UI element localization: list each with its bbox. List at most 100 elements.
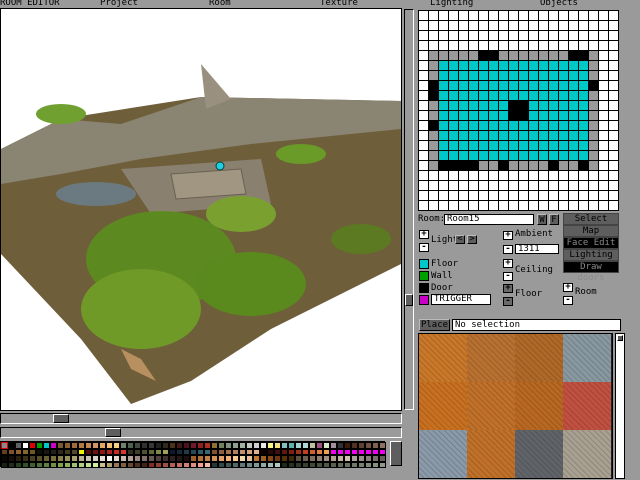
- palette-swatch[interactable]: [155, 461, 162, 468]
- menu-room[interactable]: Room: [209, 0, 231, 8]
- map-cell[interactable]: [529, 191, 539, 201]
- palette-swatch[interactable]: [99, 461, 106, 468]
- map-cell[interactable]: [449, 91, 459, 101]
- palette-swatch[interactable]: [141, 461, 148, 468]
- map-cell[interactable]: [429, 171, 439, 181]
- palette-swatch[interactable]: [106, 461, 113, 468]
- map-cell[interactable]: [469, 101, 479, 111]
- map-cell[interactable]: [609, 11, 619, 21]
- map-cell[interactable]: [499, 191, 509, 201]
- map-cell[interactable]: [599, 11, 609, 21]
- map-cell[interactable]: [509, 31, 519, 41]
- mode-button-lighting[interactable]: Lighting: [563, 249, 619, 261]
- texture-tile-glyph-panel-1[interactable]: [419, 334, 467, 382]
- map-cell[interactable]: [429, 111, 439, 121]
- map-cell[interactable]: [479, 71, 489, 81]
- map-cell[interactable]: [469, 201, 479, 211]
- map-cell[interactable]: [489, 81, 499, 91]
- map-cell[interactable]: [439, 91, 449, 101]
- map-cell[interactable]: [449, 71, 459, 81]
- map-cell[interactable]: [519, 171, 529, 181]
- map-cell[interactable]: [579, 21, 589, 31]
- map-cell[interactable]: [509, 181, 519, 191]
- map-cell[interactable]: [439, 121, 449, 131]
- map-cell[interactable]: [519, 111, 529, 121]
- palette-swatch[interactable]: [162, 461, 169, 468]
- map-cell[interactable]: [569, 31, 579, 41]
- map-cell[interactable]: [439, 101, 449, 111]
- map-cell[interactable]: [469, 121, 479, 131]
- map-cell[interactable]: [459, 91, 469, 101]
- map-cell[interactable]: [579, 11, 589, 21]
- map-cell[interactable]: [569, 61, 579, 71]
- map-cell[interactable]: [589, 151, 599, 161]
- map-cell[interactable]: [479, 151, 489, 161]
- map-cell[interactable]: [419, 41, 429, 51]
- map-cell[interactable]: [509, 121, 519, 131]
- map-cell[interactable]: [509, 21, 519, 31]
- map-cell[interactable]: [539, 51, 549, 61]
- room-name-input[interactable]: Room15: [444, 214, 534, 225]
- map-cell[interactable]: [429, 11, 439, 21]
- map-cell[interactable]: [459, 201, 469, 211]
- map-cell[interactable]: [609, 101, 619, 111]
- map-cell[interactable]: [419, 161, 429, 171]
- map-cell[interactable]: [569, 41, 579, 51]
- palette-swatch[interactable]: [8, 461, 15, 468]
- map-cell[interactable]: [459, 11, 469, 21]
- palette-swatch[interactable]: [22, 461, 29, 468]
- map-cell[interactable]: [579, 191, 589, 201]
- palette-swatch[interactable]: [197, 461, 204, 468]
- map-cell[interactable]: [439, 171, 449, 181]
- palette-swatch[interactable]: [372, 461, 379, 468]
- map-cell[interactable]: [559, 181, 569, 191]
- map-cell[interactable]: [439, 141, 449, 151]
- map-cell[interactable]: [479, 81, 489, 91]
- map-cell[interactable]: [519, 21, 529, 31]
- map-cell[interactable]: [519, 51, 529, 61]
- map-cell[interactable]: [449, 11, 459, 21]
- map-cell[interactable]: [459, 101, 469, 111]
- map-cell[interactable]: [539, 181, 549, 191]
- palette-swatch[interactable]: [43, 461, 50, 468]
- map-cell[interactable]: [439, 21, 449, 31]
- palette-swatch[interactable]: [323, 461, 330, 468]
- map-cell[interactable]: [519, 191, 529, 201]
- map-cell[interactable]: [439, 131, 449, 141]
- map-cell[interactable]: [599, 41, 609, 51]
- map-cell[interactable]: [429, 131, 439, 141]
- map-cell[interactable]: [609, 121, 619, 131]
- map-cell[interactable]: [599, 81, 609, 91]
- palette-swatch[interactable]: [92, 461, 99, 468]
- light-prev-button[interactable]: <: [455, 235, 465, 244]
- palette-swatch[interactable]: [50, 461, 57, 468]
- map-cell[interactable]: [519, 61, 529, 71]
- palette-swatch[interactable]: [239, 461, 246, 468]
- map-cell[interactable]: [539, 131, 549, 141]
- map-cell[interactable]: [429, 181, 439, 191]
- map-cell[interactable]: [509, 151, 519, 161]
- map-cell[interactable]: [579, 111, 589, 121]
- palette-swatch[interactable]: [64, 461, 71, 468]
- palette-swatch[interactable]: [295, 461, 302, 468]
- map-cell[interactable]: [489, 101, 499, 111]
- map-cell[interactable]: [469, 171, 479, 181]
- w-button[interactable]: W: [537, 214, 547, 225]
- map-cell[interactable]: [599, 61, 609, 71]
- map-cell[interactable]: [429, 121, 439, 131]
- map-cell[interactable]: [489, 111, 499, 121]
- map-cell[interactable]: [559, 21, 569, 31]
- map-cell[interactable]: [509, 111, 519, 121]
- map-cell[interactable]: [479, 11, 489, 21]
- map-cell[interactable]: [479, 201, 489, 211]
- map-cell[interactable]: [509, 101, 519, 111]
- map-cell[interactable]: [469, 181, 479, 191]
- map-cell[interactable]: [449, 171, 459, 181]
- map-cell[interactable]: [519, 181, 529, 191]
- texture-tile-orange-rock-1[interactable]: [419, 382, 467, 430]
- texture-tile-orange-stone[interactable]: [515, 334, 563, 382]
- map-cell[interactable]: [539, 111, 549, 121]
- map-cell[interactable]: [599, 181, 609, 191]
- palette-swatch[interactable]: [344, 461, 351, 468]
- map-cell[interactable]: [609, 91, 619, 101]
